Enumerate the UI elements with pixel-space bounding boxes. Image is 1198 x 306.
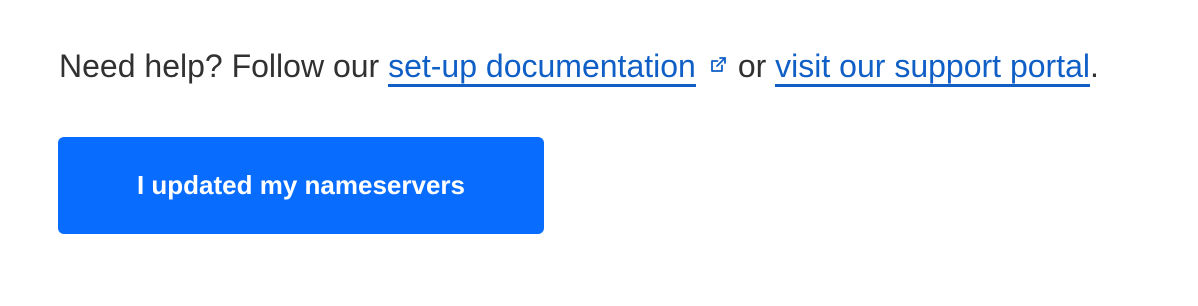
support-portal-link[interactable]: visit our support portal bbox=[775, 48, 1090, 87]
setup-documentation-link[interactable]: set-up documentation bbox=[388, 48, 696, 87]
help-prefix: Need help? Follow our bbox=[59, 48, 389, 84]
updated-nameservers-button[interactable]: I updated my nameservers bbox=[58, 137, 544, 234]
help-middle: or bbox=[737, 48, 776, 84]
help-suffix: . bbox=[1089, 48, 1099, 84]
external-link-icon bbox=[708, 55, 728, 75]
help-text: Need help? Follow our set-up documentati… bbox=[59, 44, 1099, 88]
